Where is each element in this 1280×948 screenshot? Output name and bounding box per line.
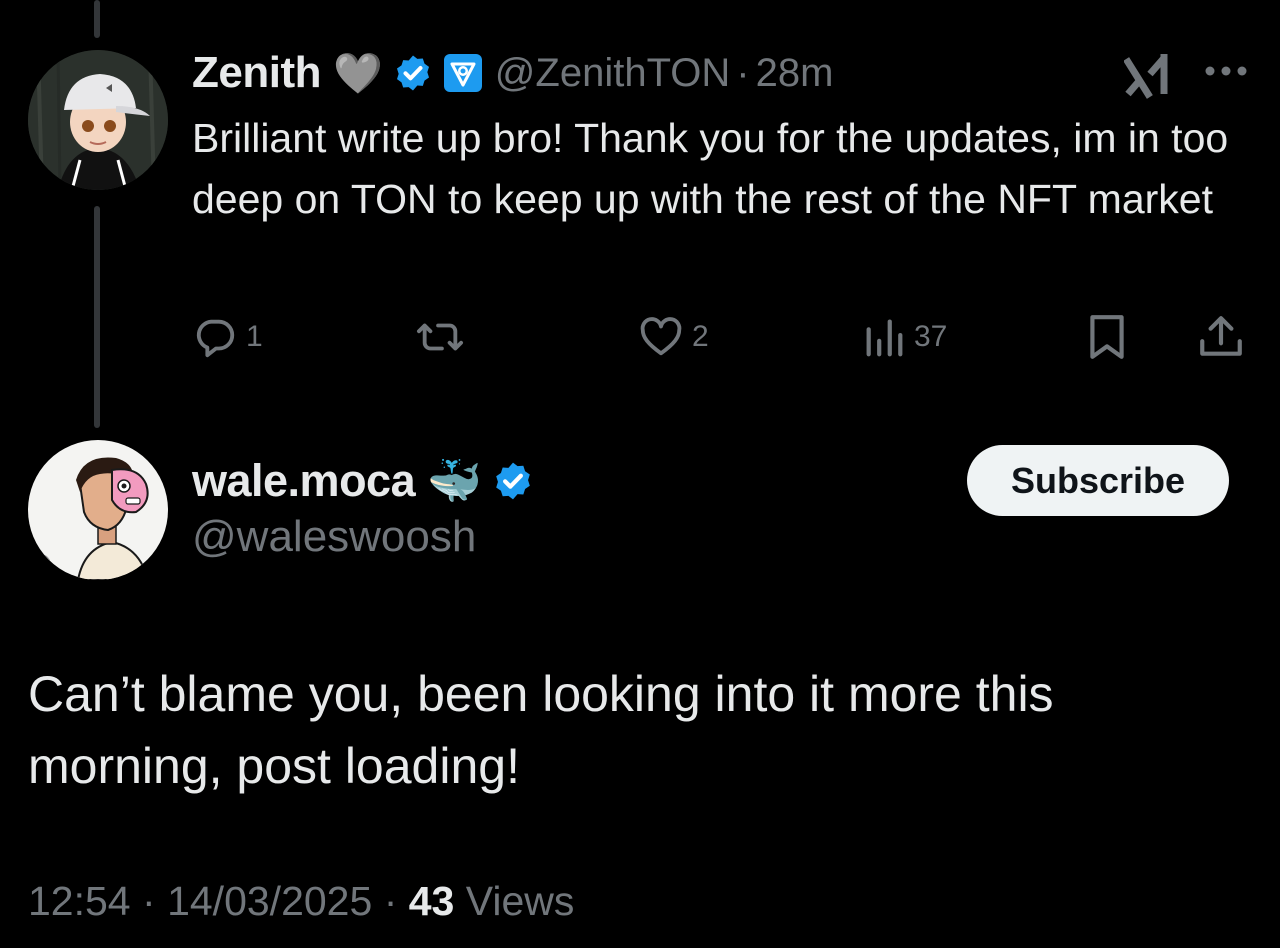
tweet-views-label: Views — [465, 878, 575, 924]
main-display-name[interactable]: wale.moca — [192, 455, 416, 507]
reply-text: Brilliant write up bro! Thank you for th… — [192, 115, 1229, 222]
tweet-time[interactable]: 12:54 — [28, 878, 131, 924]
ton-affiliate-icon[interactable] — [443, 53, 483, 93]
meta-separator: · — [383, 878, 398, 924]
more-icon[interactable] — [1204, 64, 1248, 78]
whale-emoji: 🐳 — [427, 457, 482, 506]
tweet-meta: 12:54 · 14/03/2025 · 43 Views — [28, 878, 574, 925]
reply-icon — [196, 319, 235, 358]
avatar-cartoon-cap-icon — [28, 50, 168, 190]
avatar-illustrated-man-icon — [28, 440, 168, 580]
tweet-date[interactable]: 14/03/2025 — [167, 878, 372, 924]
main-avatar[interactable] — [28, 440, 168, 580]
verified-badge-icon — [396, 55, 429, 91]
reply-display-name[interactable]: Zenith — [192, 48, 321, 98]
retweet-action-button[interactable] — [414, 312, 466, 362]
like-count: 2 — [692, 320, 709, 353]
tweet-views-count: 43 — [408, 878, 455, 924]
reply-action-button[interactable]: 1 — [192, 312, 263, 362]
tweet-thread: Zenith 🩶 @ZenithTON · 28m Brilliant writ… — [0, 0, 1280, 948]
main-handle[interactable]: @waleswoosh — [192, 512, 476, 562]
grok-icon[interactable] — [1124, 50, 1174, 100]
share-action-button[interactable] — [1196, 312, 1246, 362]
views-count: 37 — [914, 320, 948, 353]
heart-icon — [640, 317, 682, 356]
bookmark-icon — [1090, 315, 1124, 359]
meta-separator: · — [142, 878, 156, 924]
reply-count: 1 — [246, 320, 263, 353]
views-icon — [866, 319, 903, 357]
gray-heart-emoji: 🩶 — [332, 51, 383, 96]
thread-line-top — [94, 0, 100, 38]
reply-handle[interactable]: @ZenithTON — [495, 51, 731, 96]
share-icon — [1200, 316, 1242, 356]
reply-time[interactable]: 28m — [756, 51, 834, 96]
views-action-button[interactable]: 37 — [862, 312, 947, 362]
subscribe-button[interactable]: Subscribe — [967, 445, 1229, 516]
reply-header: Zenith 🩶 @ZenithTON · 28m — [192, 42, 833, 104]
reply-separator: · — [736, 50, 750, 95]
bookmark-action-button[interactable] — [1084, 312, 1130, 362]
main-tweet-text: Can’t blame you, been looking into it mo… — [28, 666, 1054, 794]
main-name-row: wale.moca 🐳 — [192, 448, 534, 514]
like-action-button[interactable]: 2 — [638, 312, 709, 362]
verified-badge-icon — [496, 462, 530, 500]
reply-avatar[interactable] — [28, 50, 168, 190]
retweet-icon — [416, 323, 463, 351]
thread-line-connector — [94, 206, 100, 428]
